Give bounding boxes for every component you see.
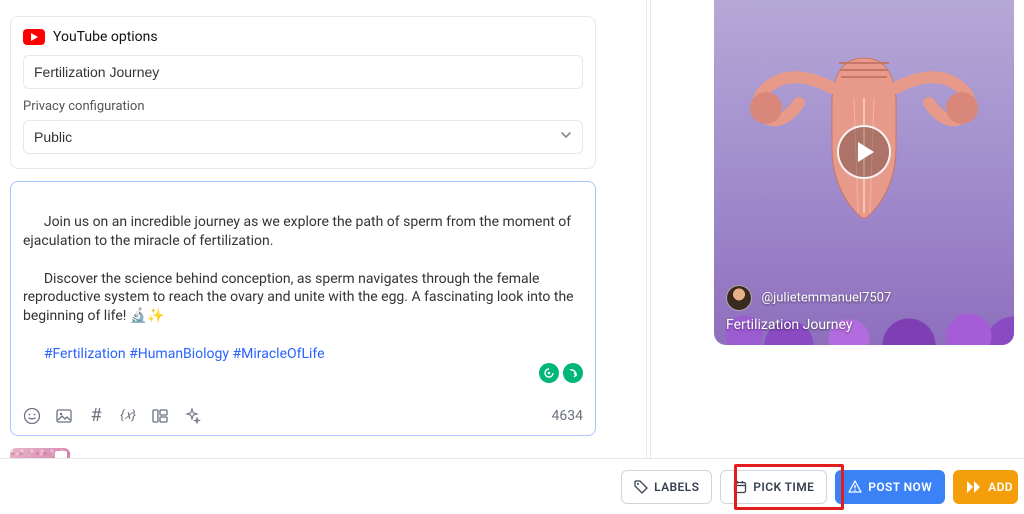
preview-title: Fertilization Journey bbox=[726, 317, 1002, 333]
post-now-button-text: POST NOW bbox=[868, 480, 932, 494]
variable-icon[interactable]: {𝑥} bbox=[119, 407, 137, 425]
post-now-button[interactable]: POST NOW bbox=[835, 470, 945, 504]
video-title-input[interactable] bbox=[23, 55, 583, 89]
labels-button-text: LABELS bbox=[654, 480, 699, 494]
grammar-badge-2-icon[interactable] bbox=[563, 363, 583, 383]
editor-toolbar: # {𝑥} 4634 bbox=[23, 407, 583, 425]
fast-forward-icon bbox=[966, 480, 982, 494]
alert-icon bbox=[848, 480, 862, 494]
vertical-divider bbox=[646, 0, 647, 460]
image-icon[interactable] bbox=[55, 407, 73, 425]
vertical-divider-2 bbox=[650, 0, 651, 460]
bottom-action-bar: LABELS PICK TIME POST NOW ADD bbox=[0, 458, 1024, 514]
avatar bbox=[726, 285, 752, 311]
privacy-label: Privacy configuration bbox=[23, 99, 583, 114]
youtube-options-title: YouTube options bbox=[53, 29, 158, 45]
preview-footer: @julietemmanuel7507 Fertilization Journe… bbox=[726, 285, 1002, 333]
play-button[interactable] bbox=[837, 125, 891, 179]
youtube-options-card: YouTube options Privacy configuration bbox=[10, 16, 596, 169]
description-card[interactable]: Join us on an incredible journey as we e… bbox=[10, 181, 596, 436]
add-button[interactable]: ADD bbox=[953, 470, 1018, 504]
sparkle-icon[interactable] bbox=[183, 407, 201, 425]
description-text[interactable]: Join us on an incredible journey as we e… bbox=[23, 194, 583, 383]
template-icon[interactable] bbox=[151, 407, 169, 425]
privacy-select[interactable] bbox=[23, 120, 583, 154]
grammar-badge-1-icon[interactable] bbox=[539, 363, 559, 383]
compose-left-panel: YouTube options Privacy configuration Jo… bbox=[10, 16, 596, 508]
description-hashtags: #Fertilization #HumanBiology #MiracleOfL… bbox=[44, 346, 325, 362]
grammar-badges bbox=[23, 363, 583, 383]
description-body-2: Discover the science behind conception, … bbox=[23, 271, 577, 325]
pick-time-button[interactable]: PICK TIME bbox=[720, 470, 827, 504]
youtube-options-header: YouTube options bbox=[23, 29, 583, 45]
youtube-icon bbox=[23, 29, 45, 45]
add-button-text: ADD bbox=[988, 480, 1013, 494]
description-body-1: Join us on an incredible journey as we e… bbox=[23, 214, 575, 249]
preview-handle: @julietemmanuel7507 bbox=[761, 291, 891, 306]
video-preview: @julietemmanuel7507 Fertilization Journe… bbox=[714, 0, 1014, 345]
labels-button[interactable]: LABELS bbox=[621, 470, 712, 504]
toolbar-icons: # {𝑥} bbox=[23, 407, 201, 425]
emoji-icon[interactable] bbox=[23, 407, 41, 425]
privacy-select-value[interactable] bbox=[23, 120, 583, 154]
pick-time-button-text: PICK TIME bbox=[753, 480, 814, 494]
tag-icon bbox=[634, 480, 648, 494]
char-count: 4634 bbox=[552, 408, 583, 424]
hashtag-icon[interactable]: # bbox=[87, 407, 105, 425]
calendar-icon bbox=[733, 480, 747, 494]
